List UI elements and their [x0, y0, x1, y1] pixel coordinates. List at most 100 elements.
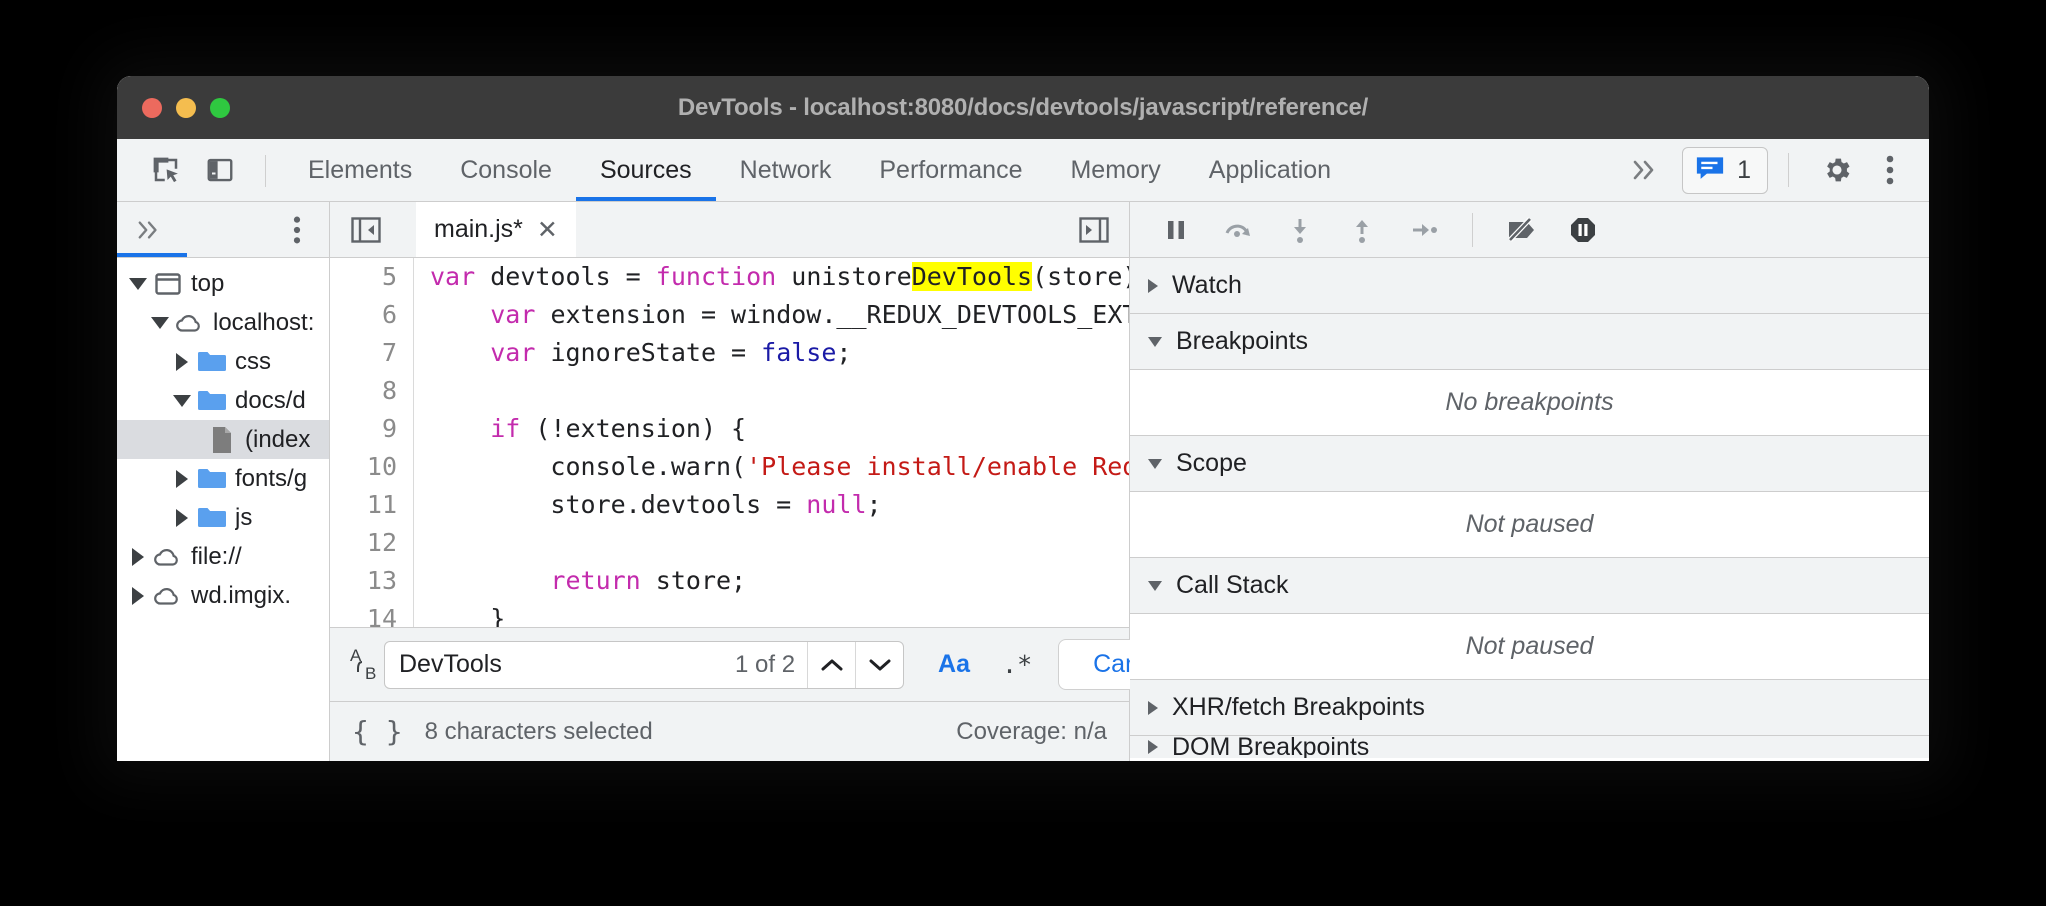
step-into-icon[interactable]: [1272, 202, 1328, 257]
chevron-right-icon: [1148, 740, 1158, 754]
pause-script-icon[interactable]: [1148, 202, 1204, 257]
tree-item-label: file://: [191, 543, 242, 571]
editor-tab-main-js[interactable]: main.js* ✕: [416, 202, 576, 257]
tab-memory-label: Memory: [1070, 156, 1160, 185]
line-number: 6: [330, 296, 414, 334]
tab-sources[interactable]: Sources: [576, 139, 716, 201]
debugger-section-xhr-breakpoints[interactable]: XHR/fetch Breakpoints: [1130, 680, 1929, 736]
show-navigator-icon[interactable]: [344, 216, 388, 244]
twisty-down-icon[interactable]: [169, 395, 195, 407]
debugger-section-scope[interactable]: Scope: [1130, 436, 1929, 492]
debugger-section-title: Scope: [1176, 449, 1247, 478]
deactivate-breakpoints-icon[interactable]: [1493, 202, 1549, 257]
tab-application-label: Application: [1209, 156, 1331, 185]
window-titlebar: DevTools - localhost:8080/docs/devtools/…: [117, 76, 1929, 139]
twisty-down-icon[interactable]: [147, 317, 173, 329]
tree-item-wd-imgix[interactable]: wd.imgix.: [117, 576, 329, 615]
console-message-badge[interactable]: 1: [1682, 147, 1768, 194]
devtools-main-toolbar: Elements Console Sources Network Perform…: [117, 139, 1929, 202]
debugger-section-dom-breakpoints[interactable]: DOM Breakpoints: [1130, 736, 1929, 758]
tree-item-label: docs/d: [235, 387, 306, 415]
twisty-right-icon[interactable]: [125, 587, 151, 605]
replace-icon[interactable]: A B: [348, 645, 384, 685]
twisty-right-icon[interactable]: [169, 509, 195, 527]
code-line: 12: [330, 524, 1129, 562]
devtools-panel-tabs: Elements Console Sources Network Perform…: [284, 139, 1355, 201]
code-line-text: [414, 372, 445, 410]
tree-item-docs[interactable]: docs/d: [117, 381, 329, 420]
pretty-print-icon[interactable]: { }: [352, 715, 403, 748]
gear-icon[interactable]: [1809, 154, 1865, 186]
code-line-text: var extension = window.__REDUX_DEVTOOLS_…: [414, 296, 1129, 334]
debugger-pane: Watch Breakpoints No breakpoints Scope N…: [1130, 202, 1929, 761]
tab-application[interactable]: Application: [1185, 139, 1355, 201]
tab-memory[interactable]: Memory: [1046, 139, 1184, 201]
tree-item-localhost[interactable]: localhost:: [117, 303, 329, 342]
tab-network[interactable]: Network: [716, 139, 856, 201]
tree-item-label: css: [235, 348, 271, 376]
match-case-button[interactable]: Aa: [922, 650, 986, 679]
folder-icon: [195, 506, 229, 529]
pause-on-exceptions-icon[interactable]: [1555, 202, 1611, 257]
tree-item-js[interactable]: js: [117, 498, 329, 537]
folder-icon: [195, 467, 229, 490]
editor-tab-label: main.js*: [434, 215, 523, 244]
editor-status-bar: { } 8 characters selected Coverage: n/a: [330, 701, 1129, 761]
selection-status-text: 8 characters selected: [425, 718, 653, 746]
regex-button[interactable]: .*: [986, 650, 1048, 679]
line-number: 5: [330, 258, 414, 296]
twisty-right-icon[interactable]: [169, 470, 195, 488]
kebab-menu-icon[interactable]: [281, 214, 313, 246]
debugger-toolbar-divider: [1472, 213, 1473, 247]
folder-icon: [195, 350, 229, 373]
code-editor[interactable]: 5var devtools = function unistoreDevTool…: [330, 258, 1129, 627]
debugger-section-breakpoints[interactable]: Breakpoints: [1130, 314, 1929, 370]
chevron-down-icon: [1148, 337, 1162, 347]
tree-item-label: wd.imgix.: [191, 582, 291, 610]
search-next-button[interactable]: [855, 642, 903, 688]
device-toolbar-icon[interactable]: [193, 139, 247, 201]
cloud-icon: [151, 546, 185, 568]
chevron-double-right-icon[interactable]: [1612, 157, 1678, 183]
step-over-icon[interactable]: [1210, 202, 1266, 257]
tab-elements[interactable]: Elements: [284, 139, 436, 201]
code-line-text: var ignoreState = false;: [414, 334, 851, 372]
inspect-element-icon[interactable]: [139, 139, 193, 201]
code-line: 8: [330, 372, 1129, 410]
kebab-menu-icon[interactable]: [1869, 153, 1911, 187]
run-snippet-icon[interactable]: [1079, 216, 1115, 244]
editor-search-bar: A B 1 of 2: [330, 627, 1129, 701]
file-icon: [205, 426, 239, 454]
line-number: 13: [330, 562, 414, 600]
tab-performance[interactable]: Performance: [855, 139, 1046, 201]
step-icon[interactable]: [1396, 202, 1452, 257]
tree-item-file-protocol[interactable]: file://: [117, 537, 329, 576]
tree-item-css[interactable]: css: [117, 342, 329, 381]
twisty-right-icon[interactable]: [125, 548, 151, 566]
tree-item-label: js: [235, 504, 252, 532]
chevron-right-icon: [1148, 701, 1158, 715]
chevron-double-right-icon[interactable]: [127, 218, 171, 242]
search-prev-button[interactable]: [807, 642, 855, 688]
tab-elements-label: Elements: [308, 156, 412, 185]
code-line: 14 }: [330, 600, 1129, 627]
debugger-section-watch[interactable]: Watch: [1130, 258, 1929, 314]
close-icon[interactable]: ✕: [537, 215, 558, 245]
code-line-text: var devtools = function unistoreDevTools…: [414, 258, 1129, 296]
step-out-icon[interactable]: [1334, 202, 1390, 257]
tree-item-label: top: [191, 270, 224, 298]
tab-console[interactable]: Console: [436, 139, 576, 201]
line-number: 7: [330, 334, 414, 372]
line-number: 10: [330, 448, 414, 486]
coverage-status-text: Coverage: n/a: [956, 718, 1107, 746]
tree-item-fonts[interactable]: fonts/g: [117, 459, 329, 498]
twisty-down-icon[interactable]: [125, 278, 151, 290]
debugger-section-call-stack[interactable]: Call Stack: [1130, 558, 1929, 614]
search-input[interactable]: [385, 650, 735, 679]
code-line-text: }: [414, 600, 505, 627]
chevron-down-icon: [1148, 581, 1162, 591]
twisty-right-icon[interactable]: [169, 353, 195, 371]
tree-item-index[interactable]: (index: [117, 420, 329, 459]
tab-network-label: Network: [740, 156, 832, 185]
tree-item-top[interactable]: top: [117, 264, 329, 303]
